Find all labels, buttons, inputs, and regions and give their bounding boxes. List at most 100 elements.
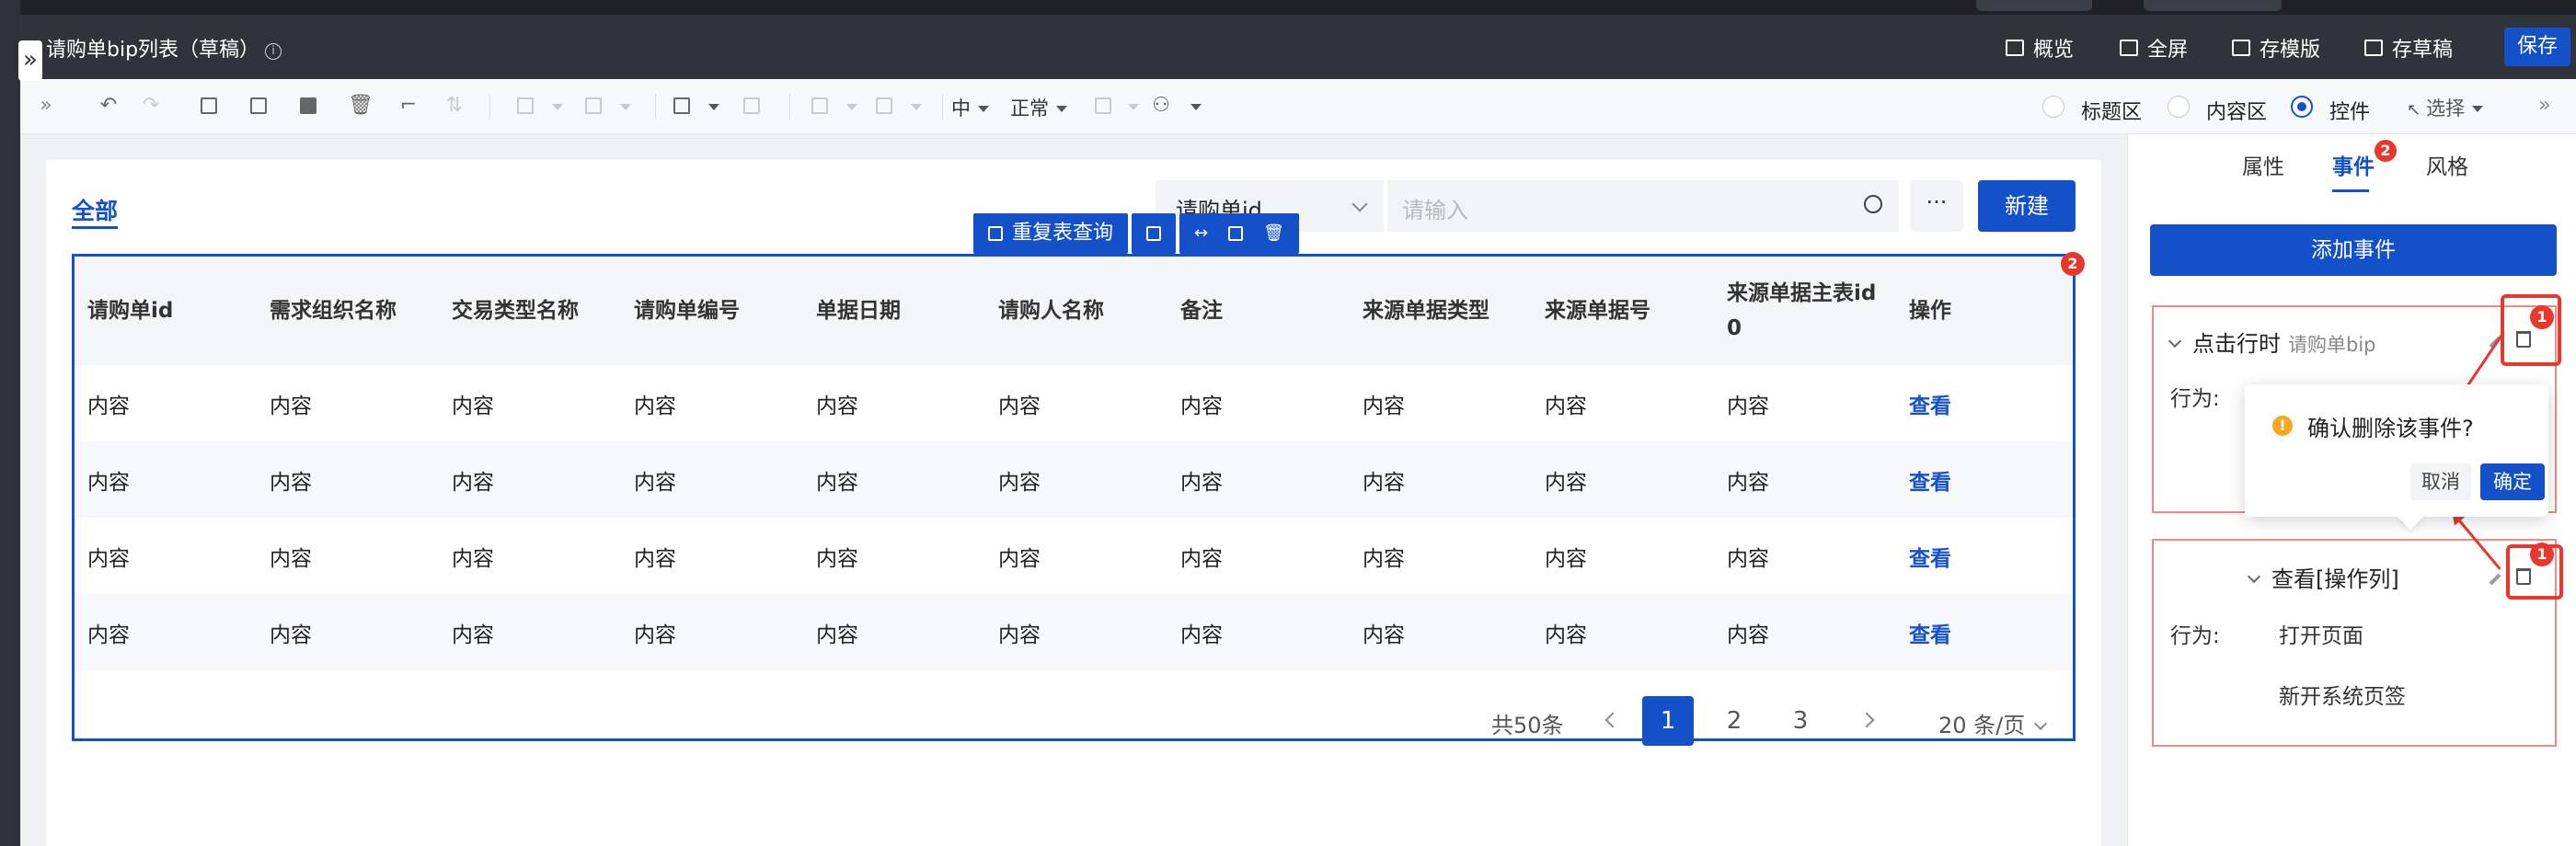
event-action-label: 行为: bbox=[2170, 387, 2220, 411]
requery-button[interactable]: 重复表查询 bbox=[973, 213, 1129, 254]
column-header[interactable]: 请购单编号 bbox=[621, 257, 803, 365]
toolbar-divider bbox=[942, 94, 943, 120]
column-header[interactable]: 操作 bbox=[1896, 257, 2073, 365]
confirm-message: 确认删除该事件? bbox=[2307, 416, 2474, 441]
table-row[interactable]: 内容 内容 内容 内容 内容 内容 内容 内容 内容 内容 查看 bbox=[75, 594, 2073, 670]
chevron-down-icon[interactable] bbox=[620, 104, 631, 110]
pagination: 共50条 1 2 3 20 条/页 bbox=[75, 696, 2073, 748]
new-button[interactable]: 新建 bbox=[1978, 180, 2076, 232]
chevron-down-icon[interactable] bbox=[911, 104, 922, 110]
column-header[interactable]: 来源单据号 bbox=[1532, 257, 1714, 365]
undo-icon[interactable]: ↶ bbox=[98, 96, 120, 116]
tab-events[interactable]: 事件 bbox=[2332, 149, 2375, 180]
delete-icon[interactable]: 🗑 bbox=[348, 96, 374, 116]
step-badge: 1 bbox=[2530, 305, 2554, 329]
resize-width-icon[interactable]: ↔ bbox=[1194, 213, 1208, 254]
table-cell: 内容 bbox=[1363, 394, 1405, 418]
table-row[interactable]: 内容 内容 内容 内容 内容 内容 内容 内容 内容 内容 查看 bbox=[75, 518, 2073, 594]
table-layout-icon[interactable] bbox=[585, 97, 602, 114]
chevron-down-icon[interactable] bbox=[846, 104, 857, 110]
column-header[interactable]: 交易类型名称 bbox=[439, 257, 621, 365]
column-header[interactable]: 请购单id bbox=[75, 257, 257, 365]
page-1[interactable]: 1 bbox=[1642, 696, 1694, 746]
tab-properties[interactable]: 属性 bbox=[2242, 149, 2284, 180]
more-button[interactable]: ··· bbox=[1910, 180, 1963, 232]
table-row[interactable]: 内容 内容 内容 内容 内容 内容 内容 内容 内容 内容 查看 bbox=[75, 441, 2073, 518]
cut-icon[interactable] bbox=[250, 97, 267, 114]
table-cell: 内容 bbox=[1350, 441, 1532, 518]
info-icon[interactable]: i bbox=[265, 43, 282, 60]
trash-icon[interactable]: 🗑 bbox=[1263, 213, 1284, 254]
copy-icon[interactable] bbox=[201, 97, 217, 114]
chevron-down-icon[interactable] bbox=[552, 104, 563, 110]
font-weight-select[interactable]: 正常 bbox=[1010, 94, 1067, 121]
action-open-new-tab[interactable]: 新开系统页签 bbox=[2279, 679, 2406, 710]
column-header[interactable]: 备注 bbox=[1167, 257, 1350, 365]
save-template-button[interactable]: 存模版 bbox=[2232, 33, 2320, 63]
column-header[interactable]: 需求组织名称 bbox=[257, 257, 439, 365]
column-header[interactable]: 请购人名称 bbox=[985, 257, 1167, 365]
chevron-down-icon[interactable] bbox=[1190, 104, 1202, 110]
overview-button[interactable]: 概览 bbox=[2006, 33, 2074, 63]
page-3[interactable]: 3 bbox=[1775, 696, 1826, 746]
event-action-label: 行为: bbox=[2170, 624, 2220, 648]
fill-icon[interactable] bbox=[876, 97, 892, 114]
double-chevron-right-icon[interactable]: » bbox=[2534, 96, 2556, 116]
save-button[interactable]: 保存 bbox=[2504, 28, 2570, 66]
user-permission-icon[interactable]: ⚇ bbox=[1150, 96, 1172, 116]
grid-layout-icon[interactable] bbox=[517, 97, 534, 114]
fullscreen-button[interactable]: 全屏 bbox=[2120, 33, 2188, 63]
title-area-radio[interactable] bbox=[2042, 96, 2064, 118]
page-2[interactable]: 2 bbox=[1708, 696, 1760, 746]
expand-sidebar-button[interactable]: » bbox=[18, 40, 42, 81]
chevron-down-icon[interactable] bbox=[1128, 104, 1139, 110]
select-parent-button[interactable] bbox=[1132, 213, 1177, 254]
table-cell: 内容 bbox=[257, 594, 439, 670]
action-open-page[interactable]: 打开页面 bbox=[2279, 618, 2363, 649]
font-size-select[interactable]: 中 bbox=[951, 94, 989, 121]
template-icon bbox=[2232, 40, 2250, 56]
delete-highlight-box bbox=[2501, 294, 2561, 366]
tab-style[interactable]: 风格 bbox=[2426, 149, 2468, 180]
table-row[interactable]: 内容 内容 内容 内容 内容 内容 内容 内容 内容 内容 查看 bbox=[75, 365, 2073, 441]
active-tab-indicator bbox=[2332, 189, 2369, 192]
view-link[interactable]: 查看 bbox=[1896, 365, 2073, 441]
page-size-select[interactable]: 20 条/页 bbox=[1938, 707, 2048, 739]
border-icon[interactable] bbox=[811, 97, 828, 114]
search-input[interactable]: 请输入 bbox=[1387, 180, 1899, 232]
align-icon[interactable] bbox=[1095, 97, 1111, 114]
sort-icon[interactable]: ⇅ bbox=[443, 96, 466, 116]
toolbar-divider bbox=[489, 94, 490, 120]
column-header[interactable]: 来源单据主表id0 bbox=[1714, 257, 1896, 365]
table-cell: 内容 bbox=[1545, 394, 1587, 418]
save-draft-button[interactable]: 存草稿 bbox=[2364, 33, 2453, 63]
chevron-down-icon[interactable] bbox=[708, 104, 719, 110]
column-header[interactable]: 单据日期 bbox=[803, 257, 985, 365]
redo-icon[interactable]: ↷ bbox=[140, 96, 162, 116]
paste-icon[interactable] bbox=[300, 97, 316, 114]
table-selection-toolbar: 重复表查询 ↔ 🗑 bbox=[973, 213, 1299, 254]
component-icon[interactable] bbox=[743, 97, 760, 114]
view-link[interactable]: 查看 bbox=[1896, 594, 2073, 670]
chevron-left-icon[interactable] bbox=[1604, 712, 1621, 728]
container-icon[interactable] bbox=[673, 97, 690, 114]
control-area-radio[interactable] bbox=[2291, 96, 2313, 118]
event-title[interactable]: 点击行时 请购单bip bbox=[2168, 326, 2376, 358]
column-header[interactable]: 来源单据类型 bbox=[1350, 257, 1532, 365]
view-link[interactable]: 查看 bbox=[1896, 441, 2073, 518]
table-cell: 内容 bbox=[621, 594, 803, 670]
confirm-button[interactable]: 确定 bbox=[2480, 463, 2545, 500]
chevron-right-icon[interactable] bbox=[1858, 712, 1875, 728]
cancel-button[interactable]: 取消 bbox=[2410, 463, 2471, 500]
view-link[interactable]: 查看 bbox=[1896, 518, 2073, 594]
duplicate-icon[interactable] bbox=[1228, 226, 1244, 241]
tab-all[interactable]: 全部 bbox=[72, 193, 118, 226]
select-mode-dropdown[interactable]: ↖ 选择 bbox=[2407, 94, 2484, 121]
edit-icon[interactable] bbox=[2489, 573, 2501, 586]
add-event-button[interactable]: 添加事件 bbox=[2150, 224, 2557, 276]
search-icon[interactable] bbox=[1864, 195, 1882, 213]
content-area-radio[interactable] bbox=[2168, 96, 2190, 118]
format-painter-icon[interactable]: ⌐ bbox=[397, 96, 420, 116]
event-title[interactable]: 查看[操作列] bbox=[2247, 561, 2399, 593]
double-chevron-right-icon[interactable]: » bbox=[35, 96, 57, 116]
